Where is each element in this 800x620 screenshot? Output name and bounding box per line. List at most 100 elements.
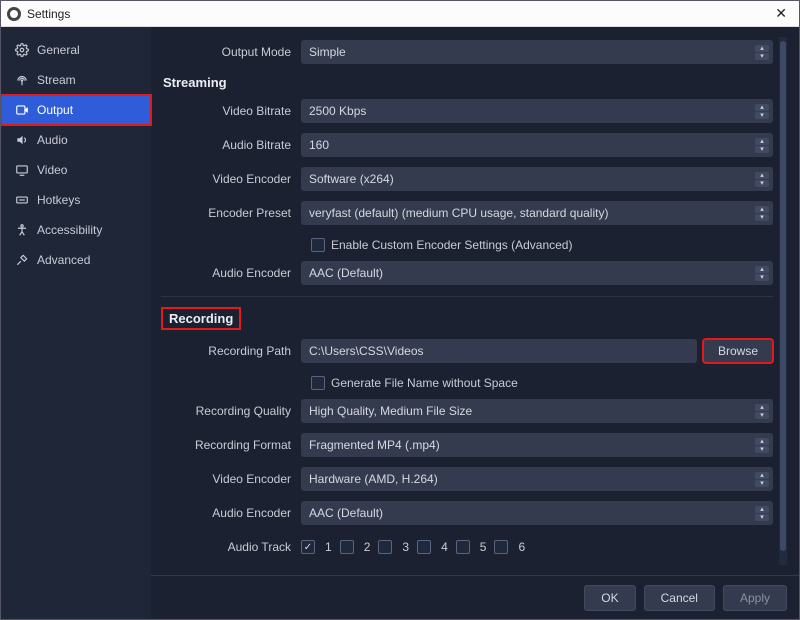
close-icon[interactable]: ✕ <box>769 5 793 22</box>
chevron-up-icon: ▴ <box>755 506 769 513</box>
sidebar-item-accessibility[interactable]: Accessibility <box>1 215 151 245</box>
gen-filename-checkbox[interactable] <box>311 376 325 390</box>
encoder-preset-label: Encoder Preset <box>161 206 301 220</box>
keyboard-icon <box>15 193 29 207</box>
chevron-down-icon: ▾ <box>755 180 769 187</box>
output-icon <box>15 103 29 117</box>
audio-track-3-label: 3 <box>402 540 409 554</box>
sidebar-item-label: Accessibility <box>37 223 102 237</box>
recording-format-label: Recording Format <box>161 438 301 452</box>
chevron-down-icon: ▾ <box>755 412 769 419</box>
audio-track-6-checkbox[interactable] <box>494 540 508 554</box>
sidebar-item-label: Advanced <box>37 253 90 267</box>
speaker-icon <box>15 133 29 147</box>
sidebar-item-label: Video <box>37 163 67 177</box>
audio-track-1-checkbox[interactable]: ✓ <box>301 540 315 554</box>
audio-track-5-checkbox[interactable] <box>456 540 470 554</box>
chevron-down-icon: ▾ <box>755 53 769 60</box>
divider <box>161 296 773 297</box>
audio-bitrate-select[interactable]: 160▴▾ <box>301 133 773 157</box>
video-bitrate-input[interactable]: 2500 Kbps▴▾ <box>301 99 773 123</box>
chevron-up-icon: ▴ <box>755 45 769 52</box>
sidebar-item-label: General <box>37 43 80 57</box>
output-mode-value: Simple <box>309 45 346 59</box>
chevron-down-icon: ▾ <box>755 274 769 281</box>
window-title: Settings <box>27 7 769 21</box>
recording-video-encoder-select[interactable]: Hardware (AMD, H.264)▴▾ <box>301 467 773 491</box>
audio-track-6-label: 6 <box>518 540 525 554</box>
video-bitrate-label: Video Bitrate <box>161 104 301 118</box>
chevron-up-icon: ▴ <box>755 438 769 445</box>
chevron-down-icon: ▾ <box>755 214 769 221</box>
sidebar-item-audio[interactable]: Audio <box>1 125 151 155</box>
recording-format-select[interactable]: Fragmented MP4 (.mp4)▴▾ <box>301 433 773 457</box>
encoder-preset-select[interactable]: veryfast (default) (medium CPU usage, st… <box>301 201 773 225</box>
apply-button[interactable]: Apply <box>723 585 787 611</box>
chevron-up-icon: ▴ <box>755 206 769 213</box>
app-icon <box>7 7 21 21</box>
enable-custom-encoder-checkbox[interactable] <box>311 238 325 252</box>
enable-custom-encoder-label: Enable Custom Encoder Settings (Advanced… <box>331 238 572 252</box>
audio-track-2-label: 2 <box>364 540 371 554</box>
settings-window: Settings ✕ General Stream Output Audio <box>0 0 800 620</box>
recording-section-title: Recording <box>161 307 241 330</box>
gear-icon <box>15 43 29 57</box>
recording-path-label: Recording Path <box>161 344 301 358</box>
recording-audio-encoder-select[interactable]: AAC (Default)▴▾ <box>301 501 773 525</box>
gen-filename-label: Generate File Name without Space <box>331 376 518 390</box>
sidebar-item-output[interactable]: Output <box>1 95 151 125</box>
audio-track-2-checkbox[interactable] <box>340 540 354 554</box>
ok-button[interactable]: OK <box>584 585 635 611</box>
chevron-down-icon: ▾ <box>755 480 769 487</box>
streaming-audio-encoder-select[interactable]: AAC (Default)▴▾ <box>301 261 773 285</box>
sidebar: General Stream Output Audio Video Hotkey… <box>1 27 151 619</box>
audio-track-4-checkbox[interactable] <box>417 540 431 554</box>
output-mode-label: Output Mode <box>161 45 301 59</box>
recording-quality-select[interactable]: High Quality, Medium File Size▴▾ <box>301 399 773 423</box>
scrollbar-thumb[interactable] <box>780 41 786 551</box>
sidebar-item-label: Stream <box>37 73 76 87</box>
chevron-up-icon: ▴ <box>755 138 769 145</box>
audio-track-3-checkbox[interactable] <box>378 540 392 554</box>
recording-quality-label: Recording Quality <box>161 404 301 418</box>
sidebar-item-advanced[interactable]: Advanced <box>1 245 151 275</box>
recording-audio-encoder-label: Audio Encoder <box>161 506 301 520</box>
accessibility-icon <box>15 223 29 237</box>
audio-track-label: Audio Track <box>161 540 301 554</box>
sidebar-item-label: Hotkeys <box>37 193 80 207</box>
chevron-down-icon: ▾ <box>755 446 769 453</box>
chevron-up-icon[interactable]: ▴ <box>755 104 769 111</box>
audio-bitrate-label: Audio Bitrate <box>161 138 301 152</box>
antenna-icon <box>15 73 29 87</box>
titlebar: Settings ✕ <box>1 1 799 27</box>
chevron-down-icon: ▾ <box>755 146 769 153</box>
cancel-button[interactable]: Cancel <box>644 585 715 611</box>
scrollbar[interactable] <box>779 37 787 565</box>
browse-button[interactable]: Browse <box>703 339 773 363</box>
sidebar-item-general[interactable]: General <box>1 35 151 65</box>
main-panel: Output Mode Simple ▴▾ Streaming Video Bi… <box>151 27 799 575</box>
chevron-down-icon: ▾ <box>755 514 769 521</box>
chevron-up-icon: ▴ <box>755 404 769 411</box>
audio-track-5-label: 5 <box>480 540 487 554</box>
sidebar-item-label: Output <box>37 103 73 117</box>
audio-track-4-label: 4 <box>441 540 448 554</box>
tools-icon <box>15 253 29 267</box>
chevron-up-icon: ▴ <box>755 266 769 273</box>
chevron-up-icon: ▴ <box>755 172 769 179</box>
recording-path-input[interactable]: C:\Users\CSS\Videos <box>301 339 697 363</box>
streaming-video-encoder-select[interactable]: Software (x264)▴▾ <box>301 167 773 191</box>
recording-video-encoder-label: Video Encoder <box>161 472 301 486</box>
output-mode-select[interactable]: Simple ▴▾ <box>301 40 773 64</box>
audio-track-group: ✓ 1 2 3 4 5 6 <box>301 540 773 554</box>
monitor-icon <box>15 163 29 177</box>
streaming-audio-encoder-label: Audio Encoder <box>161 266 301 280</box>
sidebar-item-stream[interactable]: Stream <box>1 65 151 95</box>
sidebar-item-label: Audio <box>37 133 68 147</box>
sidebar-item-video[interactable]: Video <box>1 155 151 185</box>
streaming-section-title: Streaming <box>161 71 773 96</box>
chevron-down-icon[interactable]: ▾ <box>755 112 769 119</box>
streaming-video-encoder-label: Video Encoder <box>161 172 301 186</box>
audio-track-1-label: 1 <box>325 540 332 554</box>
sidebar-item-hotkeys[interactable]: Hotkeys <box>1 185 151 215</box>
